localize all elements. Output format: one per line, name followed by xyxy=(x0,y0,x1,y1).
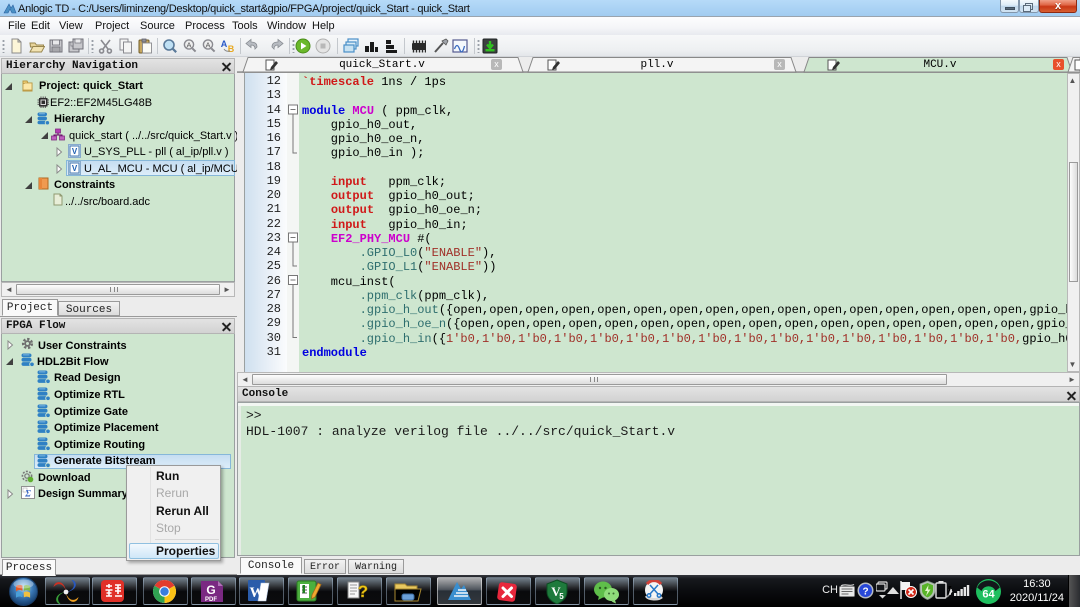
svg-text:5: 5 xyxy=(559,592,564,601)
svg-text:64: 64 xyxy=(982,589,995,601)
svg-text:V: V xyxy=(72,147,78,156)
svg-text:PDF: PDF xyxy=(205,597,217,603)
svg-text:Σ: Σ xyxy=(24,489,31,499)
svg-text:?: ? xyxy=(358,582,368,601)
svg-text:W: W xyxy=(250,585,265,601)
svg-text:G: G xyxy=(206,583,215,597)
svg-text:?: ? xyxy=(862,587,868,598)
svg-text:B: B xyxy=(228,44,235,54)
svg-text:A: A xyxy=(186,41,191,50)
svg-text:A: A xyxy=(205,41,210,50)
svg-text:A: A xyxy=(221,39,228,49)
svg-text:V: V xyxy=(72,164,78,173)
